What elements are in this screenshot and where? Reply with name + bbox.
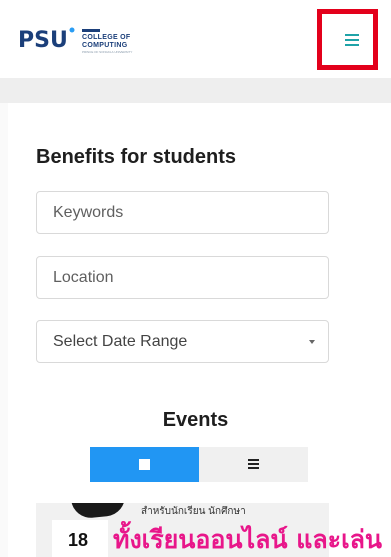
banner-decoration: [71, 503, 127, 520]
logo-mark-text: PSU: [18, 28, 68, 53]
event-day: 18: [68, 530, 89, 550]
list-view-icon: [248, 459, 259, 471]
banner-headline: ทั้งเรียนออนไลน์ และเล่น: [113, 525, 383, 554]
location-input[interactable]: [36, 256, 329, 299]
view-toggle: [90, 447, 308, 482]
header-divider-band: [0, 78, 391, 103]
site-header: PSU COLLEGE OF COMPUTING PRINCE OF SONGK…: [0, 0, 391, 78]
logo-accent-bar: [82, 29, 100, 32]
logo-line-2: COMPUTING: [82, 42, 128, 49]
event-date-badge: 18: [52, 520, 108, 557]
logo-line-3: PRINCE OF SONGKLA UNIVERSITY: [82, 50, 133, 54]
page-title: Benefits for students: [36, 146, 237, 168]
caret-down-icon: [309, 340, 315, 344]
college-logo[interactable]: PSU COLLEGE OF COMPUTING PRINCE OF SONGK…: [18, 25, 142, 54]
date-range-label: Select Date Range: [53, 333, 188, 350]
grid-view-button[interactable]: [90, 447, 199, 482]
menu-button[interactable]: [317, 9, 378, 70]
psu-logo-icon: PSU: [18, 27, 75, 53]
grid-view-icon: [139, 459, 150, 470]
banner-subtext: สำหรับนักเรียน นักศึกษา: [141, 506, 246, 517]
logo-line-1: COLLEGE OF: [82, 34, 131, 41]
events-heading: Events: [162, 409, 229, 431]
keywords-input[interactable]: [36, 191, 329, 234]
list-view-button[interactable]: [199, 447, 308, 482]
date-range-select[interactable]: Select Date Range: [36, 320, 329, 363]
